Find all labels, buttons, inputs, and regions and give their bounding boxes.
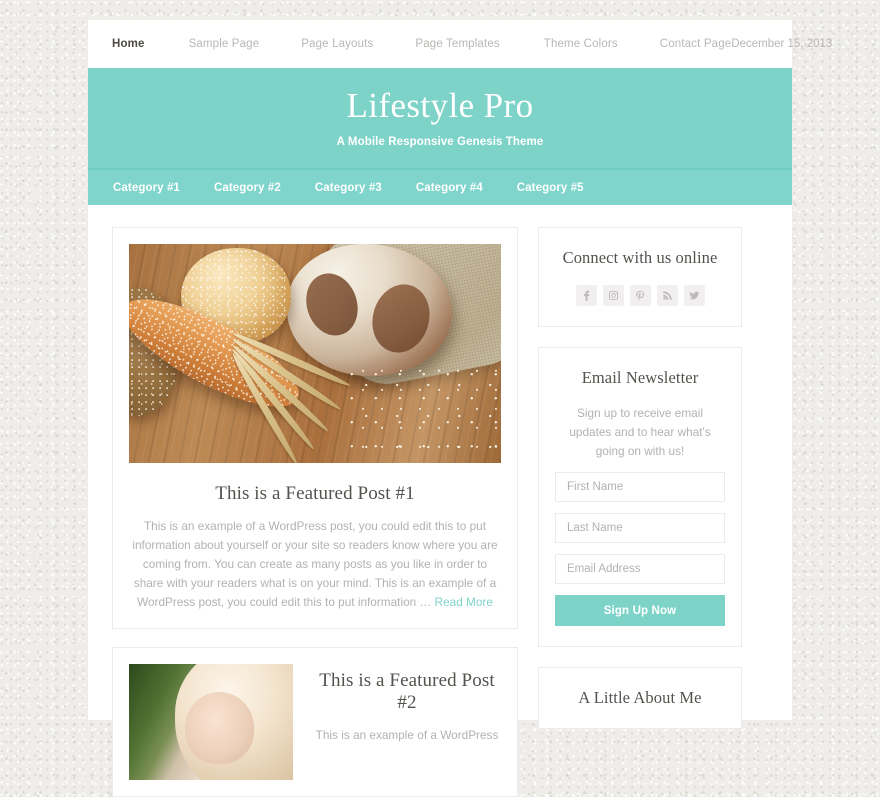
- main-content-column: This is a Featured Post #1 This is an ex…: [112, 227, 518, 797]
- site-header: Lifestyle Pro A Mobile Responsive Genesi…: [88, 68, 792, 168]
- post-card-2-row: This is a Featured Post #2 This is an ex…: [129, 664, 501, 780]
- category-item-3[interactable]: Category #3: [315, 182, 382, 194]
- first-name-input[interactable]: [555, 472, 725, 502]
- nav-item-page-layouts[interactable]: Page Layouts: [301, 38, 373, 50]
- pinterest-icon: [635, 290, 644, 301]
- post-card-2: This is a Featured Post #2 This is an ex…: [112, 647, 518, 797]
- widget-connect-title: Connect with us online: [562, 248, 718, 267]
- category-item-1[interactable]: Category #1: [113, 182, 180, 194]
- widget-newsletter: Email Newsletter Sign up to receive emai…: [538, 347, 742, 647]
- current-date: December 15, 2013: [731, 38, 833, 50]
- widget-about-title: A Little About Me: [578, 688, 702, 707]
- read-more-link-1[interactable]: Read More: [435, 595, 493, 609]
- instagram-icon: [608, 291, 618, 300]
- widget-connect: Connect with us online: [538, 227, 742, 327]
- nav-item-page-templates[interactable]: Page Templates: [415, 38, 499, 50]
- post-body-2: This is a Featured Post #2 This is an ex…: [313, 664, 501, 780]
- post-featured-image-1[interactable]: [129, 244, 501, 463]
- face: [184, 691, 254, 764]
- category-item-4[interactable]: Category #4: [416, 182, 483, 194]
- post-title-1[interactable]: This is a Featured Post #1: [129, 483, 501, 505]
- nav-item-contact-page[interactable]: Contact Page: [660, 38, 732, 50]
- rss-button[interactable]: [656, 285, 678, 306]
- category-item-5[interactable]: Category #5: [517, 182, 584, 194]
- post-thumbnail-2[interactable]: [129, 664, 293, 780]
- scattered-crumbs: [347, 367, 497, 457]
- widget-newsletter-description: Sign up to receive email updates and to …: [569, 406, 711, 458]
- rss-icon: [662, 291, 672, 300]
- facebook-icon: [583, 290, 589, 301]
- site-title[interactable]: Lifestyle Pro: [347, 88, 534, 123]
- site-canvas: Home Sample Page Page Layouts Page Templ…: [88, 20, 832, 797]
- social-icon-row: [555, 285, 725, 306]
- sign-up-button[interactable]: Sign Up Now: [555, 595, 725, 626]
- widget-about: A Little About Me: [538, 667, 742, 729]
- post-title-2[interactable]: This is a Featured Post #2: [313, 670, 501, 714]
- post-excerpt-1: This is an example of a WordPress post, …: [129, 517, 501, 612]
- site-tagline: A Mobile Responsive Genesis Theme: [336, 136, 544, 148]
- post-card-1: This is a Featured Post #1 This is an ex…: [112, 227, 518, 629]
- email-address-input[interactable]: [555, 554, 725, 584]
- content-wrapper: This is a Featured Post #1 This is an ex…: [88, 205, 792, 797]
- widget-newsletter-title: Email Newsletter: [581, 368, 699, 387]
- facebook-button[interactable]: [575, 285, 597, 306]
- pinterest-button[interactable]: [629, 285, 651, 306]
- post-excerpt-2: This is an example of a WordPress: [315, 728, 499, 742]
- instagram-button[interactable]: [602, 285, 624, 306]
- top-navigation-links: Home Sample Page Page Layouts Page Templ…: [112, 38, 731, 50]
- nav-item-sample-page[interactable]: Sample Page: [189, 38, 260, 50]
- top-navigation: Home Sample Page Page Layouts Page Templ…: [88, 20, 832, 68]
- nav-item-home[interactable]: Home: [112, 38, 145, 50]
- category-navigation: Category #1 Category #2 Category #3 Cate…: [88, 168, 792, 205]
- twitter-button[interactable]: [683, 285, 705, 306]
- twitter-icon: [688, 291, 699, 300]
- nav-item-theme-colors[interactable]: Theme Colors: [544, 38, 618, 50]
- last-name-input[interactable]: [555, 513, 725, 543]
- sidebar-column: Connect with us online Email Newsletter …: [538, 227, 742, 797]
- category-item-2[interactable]: Category #2: [214, 182, 281, 194]
